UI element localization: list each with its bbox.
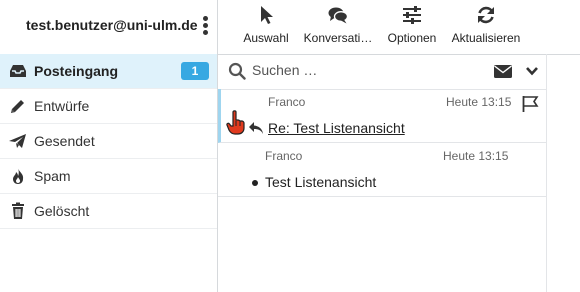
message-subject[interactable]: Test Listenansicht xyxy=(265,174,376,190)
folder-label: Posteingang xyxy=(34,63,119,79)
refresh-button-label: Aktualisieren xyxy=(451,31,521,45)
conversation-button[interactable]: Konversati… xyxy=(300,0,376,54)
folder-label: Spam xyxy=(34,168,71,184)
kebab-icon[interactable] xyxy=(200,14,210,38)
toolbar: Auswahl Konversati… Optionen Aktualisier… xyxy=(218,0,580,55)
search-icon[interactable] xyxy=(228,62,246,80)
cursor-icon xyxy=(261,6,273,24)
message-row-selected[interactable]: Franco Heute 13:15 Re: Test Listenansich… xyxy=(218,89,546,143)
paper-plane-icon xyxy=(9,134,26,148)
folder-item-spam[interactable]: Spam xyxy=(0,159,217,194)
options-button[interactable]: Optionen xyxy=(382,0,442,54)
sliders-icon xyxy=(403,6,421,24)
folder-label: Gelöscht xyxy=(34,203,90,219)
refresh-button[interactable]: Aktualisieren xyxy=(448,0,524,54)
chat-bubbles-icon xyxy=(328,7,349,24)
select-button-label: Auswahl xyxy=(243,31,289,45)
folder-item-geloescht[interactable]: Gelöscht xyxy=(0,194,217,229)
options-button-label: Optionen xyxy=(387,31,437,45)
pencil-icon xyxy=(11,100,24,113)
trash-icon xyxy=(12,202,24,219)
envelope-icon[interactable] xyxy=(493,64,513,79)
account-header: test.benutzer@uni-ulm.de xyxy=(0,0,217,55)
account-email[interactable]: test.benutzer@uni-ulm.de xyxy=(26,17,198,33)
sidebar: test.benutzer@uni-ulm.de Posteingang 1 E… xyxy=(0,0,217,292)
message-date: Heute 13:15 xyxy=(443,149,509,163)
reply-icon xyxy=(249,122,263,134)
refresh-icon xyxy=(478,6,494,24)
conversation-button-label: Konversati… xyxy=(303,31,373,45)
folder-item-gesendet[interactable]: Gesendet xyxy=(0,124,217,159)
message-subject[interactable]: Re: Test Listenansicht xyxy=(268,120,405,136)
message-date: Heute 13:15 xyxy=(446,95,512,109)
chevron-down-icon[interactable] xyxy=(525,65,539,77)
message-sender: Franco xyxy=(268,95,306,109)
folder-item-posteingang[interactable]: Posteingang 1 xyxy=(0,54,217,89)
search-input[interactable] xyxy=(252,62,452,78)
pane-divider-right xyxy=(546,54,547,292)
flag-icon[interactable] xyxy=(521,95,539,113)
hand-pointer-icon xyxy=(226,110,245,135)
unread-dot-icon xyxy=(252,180,258,186)
folder-list: Posteingang 1 Entwürfe Gesendet Spam Gel… xyxy=(0,54,217,229)
folder-label: Entwürfe xyxy=(34,98,90,114)
unread-count-badge: 1 xyxy=(181,62,209,80)
message-sender: Franco xyxy=(265,149,303,163)
inbox-icon xyxy=(10,65,26,77)
fire-icon xyxy=(13,168,24,184)
select-button[interactable]: Auswahl xyxy=(236,0,296,54)
search-bar xyxy=(218,54,546,90)
folder-label: Gesendet xyxy=(34,133,95,149)
message-row[interactable]: Franco Heute 13:15 Test Listenansicht xyxy=(218,143,546,197)
folder-item-entwuerfe[interactable]: Entwürfe xyxy=(0,89,217,124)
